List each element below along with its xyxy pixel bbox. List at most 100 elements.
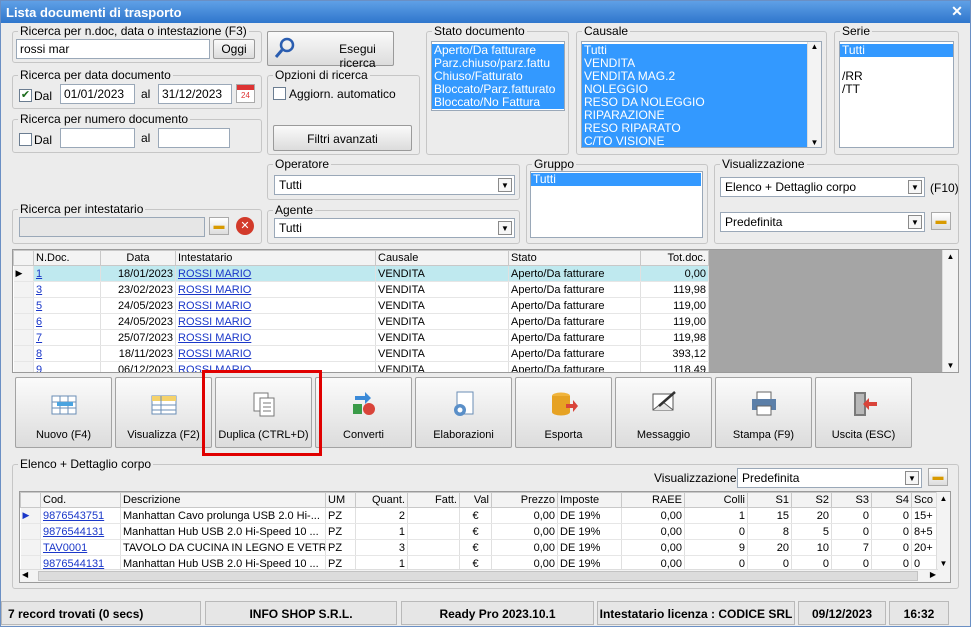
col-header[interactable]: S1	[747, 492, 792, 508]
converti-button[interactable]: Converti	[315, 377, 412, 448]
calendar-icon[interactable]: 24	[236, 84, 255, 103]
table-row[interactable]: 5 24/05/2023 ROSSI MARIO VENDITA Aperto/Da f…	[13, 297, 709, 314]
stampa-button[interactable]: Stampa (F9)	[715, 377, 812, 448]
list-item[interactable]: Tutti	[840, 44, 953, 57]
gruppo-list[interactable]: Tutti	[530, 171, 703, 238]
col-header[interactable]: Intestatario	[175, 250, 376, 266]
cell-link[interactable]: 9876544131	[43, 558, 104, 570]
oggi-button[interactable]: Oggi	[213, 39, 255, 59]
cell-link[interactable]: 5	[36, 300, 42, 312]
operatore-select[interactable]: Tutti ▼	[274, 175, 515, 195]
chevron-down-icon[interactable]: ▼	[908, 180, 922, 194]
table-cell[interactable]: 1	[33, 265, 101, 282]
table-cell[interactable]: ROSSI MARIO	[175, 297, 376, 314]
table-row[interactable]: 9876544131 Manhattan Hub USB 2.0 Hi-Speed…	[20, 523, 939, 540]
table-row[interactable]: ▶ 9876543751 Manhattan Cavo prolunga USB 2…	[20, 507, 939, 524]
cell-link[interactable]: 9876544131	[43, 526, 104, 538]
table-row[interactable]: 8 18/11/2023 ROSSI MARIO VENDITA Aperto/Da f…	[13, 345, 709, 362]
cell-link[interactable]: ROSSI MARIO	[178, 284, 251, 296]
nuovo-button[interactable]: Nuovo (F4)	[15, 377, 112, 448]
table-row[interactable]: 7 25/07/2023 ROSSI MARIO VENDITA Aperto/Da f…	[13, 329, 709, 346]
preset-select[interactable]: Predefinita ▼	[720, 212, 925, 232]
uscita-button[interactable]: Uscita (ESC)	[815, 377, 912, 448]
table-row[interactable]: ▶ 1 18/01/2023 ROSSI MARIO VENDITA Aperto/Da …	[13, 265, 709, 282]
cell-link[interactable]: 7	[36, 332, 42, 344]
cell-link[interactable]: ROSSI MARIO	[178, 332, 251, 344]
list-item[interactable]: Tutti	[531, 173, 701, 186]
causale-list[interactable]: Tutti VENDITA VENDITA MAG.2 NOLEGGIO RES…	[581, 41, 822, 148]
filtri-avanzati-button[interactable]: Filtri avanzati	[273, 125, 412, 151]
messaggio-button[interactable]: Messaggio	[615, 377, 712, 448]
documents-scrollbar[interactable]: ▲ ▼	[942, 250, 958, 372]
causale-scrollbar[interactable]: ▲ ▼	[807, 42, 821, 147]
cell-link[interactable]: ROSSI MARIO	[178, 348, 251, 360]
table-cell[interactable]: 8	[33, 345, 101, 362]
serie-list[interactable]: Tutti /RR /TT	[839, 41, 954, 148]
cell-link[interactable]: 1	[36, 268, 42, 280]
visualizzazione-select[interactable]: Elenco + Dettaglio corpo ▼	[720, 177, 925, 197]
table-cell[interactable]: ROSSI MARIO	[175, 329, 376, 346]
cell-link[interactable]: 6	[36, 316, 42, 328]
cell-link[interactable]: ROSSI MARIO	[178, 316, 251, 328]
table-cell[interactable]: 3	[33, 281, 101, 298]
detail-hscrollbar[interactable]: ◀ ▶	[20, 569, 938, 582]
col-header[interactable]: Data	[100, 250, 176, 266]
numero-to-input[interactable]	[158, 128, 230, 148]
col-header[interactable]: Cod.	[40, 492, 121, 508]
col-header[interactable]: Fatt.	[407, 492, 460, 508]
folder-icon[interactable]: ▬	[209, 217, 229, 235]
dal-checkbox[interactable]: ✔	[19, 89, 32, 102]
search-ndoc-input[interactable]: rossi mar	[16, 39, 210, 59]
detail-scrollbar[interactable]: ▲ ▼	[936, 492, 950, 582]
date-from-input[interactable]: 01/01/2023	[60, 84, 135, 104]
numero-dal-checkbox[interactable]	[19, 133, 32, 146]
col-header[interactable]: Causale	[375, 250, 509, 266]
col-header[interactable]: Prezzo	[491, 492, 558, 508]
elaborazioni-button[interactable]: Elaborazioni	[415, 377, 512, 448]
esporta-button[interactable]: Esporta	[515, 377, 612, 448]
col-header[interactable]	[20, 492, 41, 508]
folder-icon[interactable]: ▬	[928, 468, 948, 486]
col-header[interactable]: S2	[791, 492, 832, 508]
table-cell[interactable]: TAV0001	[40, 539, 121, 556]
table-cell[interactable]: 7	[33, 329, 101, 346]
folder-icon[interactable]: ▬	[931, 212, 951, 230]
aggiorn-checkbox[interactable]	[273, 87, 286, 100]
col-header[interactable]: S3	[831, 492, 872, 508]
table-cell[interactable]: ROSSI MARIO	[175, 265, 376, 282]
cell-link[interactable]: 8	[36, 348, 42, 360]
table-cell[interactable]: 6	[33, 313, 101, 330]
close-icon[interactable]: ✕	[948, 4, 966, 20]
list-item[interactable]: Bloccato/No Fattura	[432, 96, 564, 109]
table-row[interactable]: TAV0001 TAVOLO DA CUCINA IN LEGNO E VETRO…	[20, 539, 939, 556]
col-header[interactable]: Val	[459, 492, 492, 508]
table-cell[interactable]: 5	[33, 297, 101, 314]
col-header[interactable]: RAEE	[621, 492, 685, 508]
visualizza-button[interactable]: Visualizza (F2)	[115, 377, 212, 448]
col-header[interactable]: S4	[871, 492, 912, 508]
table-cell[interactable]: 9	[33, 361, 101, 372]
table-row[interactable]: 3 23/02/2023 ROSSI MARIO VENDITA Aperto/Da f…	[13, 281, 709, 298]
list-item[interactable]: C/TO VISIONE	[582, 135, 807, 148]
agente-select[interactable]: Tutti ▼	[274, 218, 515, 238]
table-row[interactable]: 6 24/05/2023 ROSSI MARIO VENDITA Aperto/Da f…	[13, 313, 709, 330]
table-cell[interactable]: 9876543751	[40, 507, 121, 524]
chevron-down-icon[interactable]: ▼	[498, 221, 512, 235]
col-header[interactable]: Stato	[508, 250, 641, 266]
cell-link[interactable]: 9876543751	[43, 510, 104, 522]
list-item[interactable]: /TT	[840, 83, 953, 96]
chevron-down-icon[interactable]: ▼	[498, 178, 512, 192]
chevron-down-icon[interactable]: ▼	[905, 471, 919, 485]
col-header[interactable]: Quant.	[355, 492, 408, 508]
esegui-ricerca-button[interactable]: Esegui ricerca	[267, 31, 394, 70]
date-to-input[interactable]: 31/12/2023	[158, 84, 232, 104]
table-row[interactable]: 9 06/12/2023 ROSSI MARIO VENDITA Aperto/Da f…	[13, 361, 709, 372]
table-cell[interactable]: 9876544131	[40, 523, 121, 540]
col-header[interactable]: Imposte	[557, 492, 622, 508]
table-cell[interactable]: ROSSI MARIO	[175, 345, 376, 362]
cell-link[interactable]: TAV0001	[43, 542, 87, 554]
col-header[interactable]	[13, 250, 34, 266]
col-header[interactable]: N.Doc.	[33, 250, 101, 266]
col-header[interactable]: Descrizione	[120, 492, 326, 508]
clear-icon[interactable]: ✕	[236, 217, 254, 235]
